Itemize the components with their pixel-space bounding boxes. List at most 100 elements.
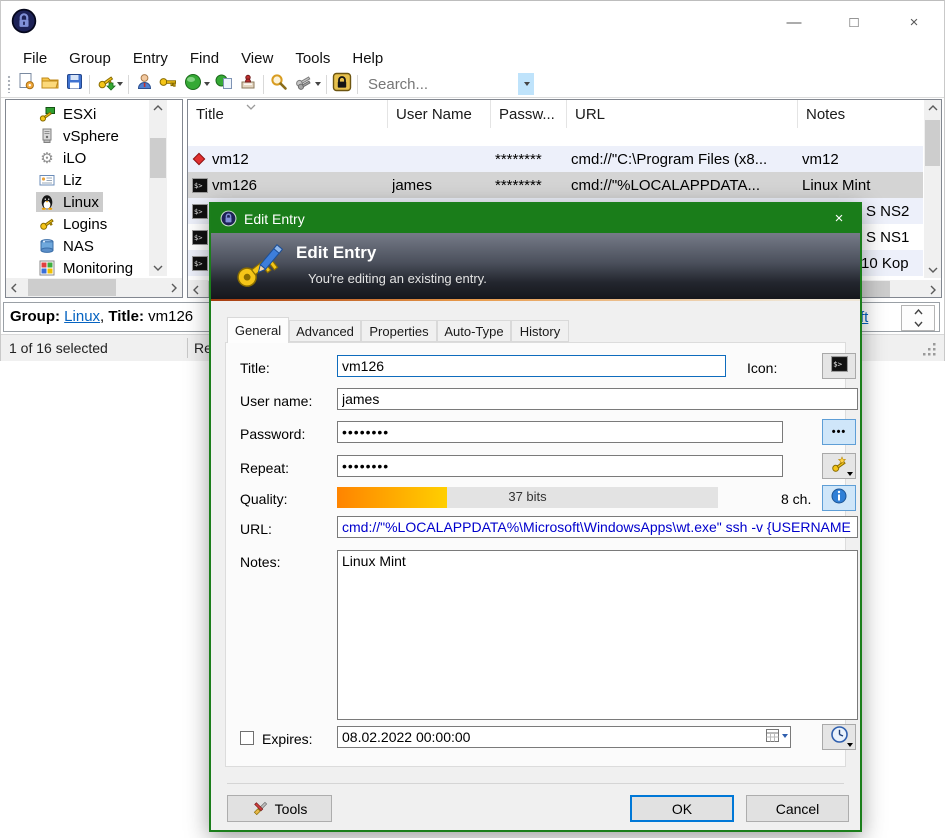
add-entry-button[interactable] <box>93 72 125 96</box>
scroll-down-arrow[interactable] <box>149 260 167 276</box>
red-diamond-icon <box>192 146 210 172</box>
tree-horizontal-scrollbar[interactable] <box>6 278 182 297</box>
save-database-button[interactable] <box>62 72 86 96</box>
tab-history[interactable]: History <box>511 320 569 342</box>
scrollbar-thumb[interactable] <box>925 120 940 166</box>
search-options-button[interactable] <box>291 72 323 96</box>
expires-date-input[interactable] <box>338 727 766 747</box>
window-close-button[interactable]: × <box>898 7 930 37</box>
username-input[interactable] <box>337 388 858 410</box>
toolbar-grip[interactable] <box>7 75 11 93</box>
cell-notes-fragment: 10 Kop <box>861 250 921 276</box>
menu-find[interactable]: Find <box>179 48 230 69</box>
window-maximize-button[interactable]: □ <box>838 7 870 37</box>
scroll-right-arrow[interactable] <box>166 278 182 297</box>
repeat-password-input[interactable] <box>337 455 783 477</box>
open-database-button[interactable] <box>38 72 62 96</box>
menu-help[interactable]: Help <box>341 48 394 69</box>
tab-label: Properties <box>369 324 428 339</box>
spin-down-arrow[interactable] <box>902 318 934 330</box>
perform-autotype-button[interactable] <box>236 72 260 96</box>
copy-url-button[interactable] <box>212 72 236 96</box>
expiry-presets-button[interactable] <box>822 724 856 750</box>
add-entry-dropdown-arrow <box>117 82 123 86</box>
column-header-password[interactable]: Passw... <box>491 100 567 128</box>
search-dropdown-button[interactable] <box>518 73 534 95</box>
scroll-down-arrow[interactable] <box>924 262 941 278</box>
dialog-titlebar: Edit Entry × <box>211 204 860 233</box>
menu-tools[interactable]: Tools <box>284 48 341 69</box>
terminal-icon: $> <box>192 198 210 224</box>
sidebar-item-label: Liz <box>63 172 82 189</box>
url-input[interactable] <box>337 516 858 538</box>
calendar-dropdown-button[interactable] <box>766 729 788 742</box>
ok-button[interactable]: OK <box>630 795 734 822</box>
menu-file[interactable]: File <box>12 48 58 69</box>
notes-textarea[interactable]: Linux Mint <box>337 550 858 720</box>
tab-label: General <box>235 323 281 338</box>
group-link[interactable]: Linux <box>64 308 100 325</box>
toolbar-separator <box>128 75 129 94</box>
menu-entry[interactable]: Entry <box>122 48 179 69</box>
table-row[interactable]: vm12 ******** cmd://"C:\Program Files (x… <box>188 146 923 172</box>
scroll-up-arrow[interactable] <box>924 100 941 116</box>
spin-up-arrow[interactable] <box>902 306 934 318</box>
open-url-button[interactable] <box>180 72 212 96</box>
cell-title: vm126 <box>212 172 386 198</box>
tab-advanced[interactable]: Advanced <box>289 320 361 342</box>
menu-group[interactable]: Group <box>58 48 122 69</box>
search-icon <box>269 72 289 97</box>
scroll-left-arrow[interactable] <box>6 278 22 297</box>
quality-info-button[interactable] <box>822 485 856 511</box>
scroll-left-arrow[interactable] <box>188 280 204 298</box>
tree-vertical-scrollbar[interactable] <box>149 100 167 276</box>
table-row-selected[interactable]: $> vm126 james ******** cmd://"%LOCALAPP… <box>188 172 923 198</box>
sidebar-item-label: Logins <box>63 216 107 233</box>
resize-grip[interactable] <box>923 343 937 360</box>
copy-username-button[interactable] <box>132 72 156 96</box>
show-password-button[interactable]: ••• <box>822 419 856 445</box>
info-icon <box>831 488 847 509</box>
lock-workspace-button[interactable] <box>330 72 354 96</box>
tools-button-label: Tools <box>275 801 308 817</box>
tab-general[interactable]: General <box>227 317 289 343</box>
cell-password: ******** <box>495 172 565 198</box>
new-database-button[interactable] <box>14 72 38 96</box>
cancel-button[interactable]: Cancel <box>746 795 849 822</box>
svg-text:$>: $> <box>194 260 202 268</box>
sidebar-item-label: ESXi <box>63 106 96 123</box>
column-header-notes[interactable]: Notes <box>798 100 923 128</box>
scrollbar-thumb[interactable] <box>150 138 166 178</box>
column-header-username[interactable]: User Name <box>388 100 491 128</box>
copy-password-button[interactable] <box>156 72 180 96</box>
password-input[interactable] <box>337 421 783 443</box>
scrollbar-thumb[interactable] <box>28 279 116 296</box>
toolbar-separator <box>89 75 90 94</box>
column-label: Passw... <box>499 106 555 123</box>
window-minimize-button[interactable]: — <box>778 7 810 37</box>
ok-button-label: OK <box>672 801 692 817</box>
scroll-right-arrow[interactable] <box>925 280 941 298</box>
dialog-close-button[interactable]: × <box>822 204 856 233</box>
column-label: Title <box>196 106 224 123</box>
title-input[interactable] <box>337 355 726 377</box>
penguin-icon <box>38 193 56 211</box>
scroll-up-arrow[interactable] <box>149 100 167 116</box>
expires-checkbox[interactable] <box>240 731 254 745</box>
tab-properties[interactable]: Properties <box>361 320 437 342</box>
list-vertical-scrollbar[interactable] <box>924 100 941 278</box>
search-input[interactable] <box>366 75 518 94</box>
column-header-url[interactable]: URL <box>567 100 798 128</box>
generate-password-button[interactable] <box>822 453 856 479</box>
column-label: URL <box>575 106 605 123</box>
keepass-app-icon <box>11 8 37 39</box>
column-header-title[interactable]: Title <box>188 100 388 128</box>
find-button[interactable] <box>267 72 291 96</box>
gear-icon: ⚙ <box>38 149 56 167</box>
tab-auto-type[interactable]: Auto-Type <box>437 320 511 342</box>
drive-icon <box>38 237 56 255</box>
group-tree-panel: ESXi vSphere ⚙iLO Liz Linux Logins NAS M… <box>5 99 183 298</box>
tools-button[interactable]: Tools <box>227 795 332 822</box>
menu-view[interactable]: View <box>230 48 284 69</box>
entry-icon-button[interactable]: $> <box>822 353 856 379</box>
